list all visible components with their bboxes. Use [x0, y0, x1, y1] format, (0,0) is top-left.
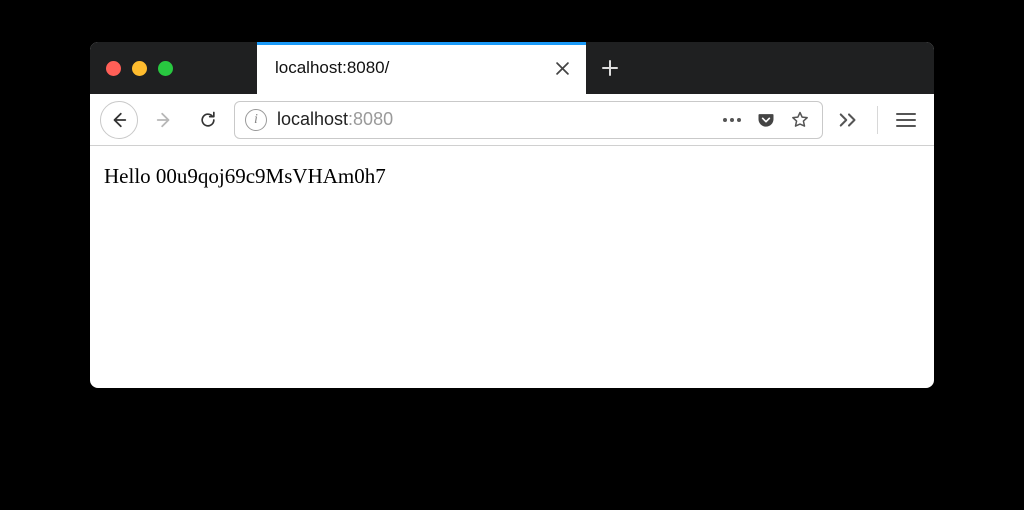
- close-window-button[interactable]: [106, 61, 121, 76]
- active-tab-accent: [257, 42, 586, 45]
- tab-active[interactable]: localhost:8080/: [257, 42, 586, 94]
- overflow-chevrons-icon[interactable]: [831, 102, 867, 138]
- url-host: localhost: [277, 109, 348, 129]
- page-actions-icon[interactable]: [720, 108, 744, 132]
- close-tab-icon[interactable]: [552, 58, 572, 78]
- reload-button[interactable]: [190, 102, 226, 138]
- minimize-window-button[interactable]: [132, 61, 147, 76]
- forward-button[interactable]: [146, 102, 182, 138]
- back-button[interactable]: [100, 101, 138, 139]
- pocket-icon[interactable]: [754, 108, 778, 132]
- toolbar: i localhost:8080: [90, 94, 934, 146]
- new-tab-button[interactable]: [586, 42, 634, 94]
- browser-window: localhost:8080/ i localhost:8080: [90, 42, 934, 388]
- window-controls: [90, 42, 192, 94]
- url-text: localhost:8080: [277, 109, 393, 130]
- bookmark-star-icon[interactable]: [788, 108, 812, 132]
- site-info-icon[interactable]: i: [245, 109, 267, 131]
- page-body-text: Hello 00u9qoj69c9MsVHAm0h7: [104, 164, 386, 188]
- url-port: :8080: [348, 109, 393, 129]
- toolbar-separator: [877, 106, 878, 134]
- maximize-window-button[interactable]: [158, 61, 173, 76]
- page-viewport: Hello 00u9qoj69c9MsVHAm0h7: [90, 146, 934, 207]
- tab-strip: localhost:8080/: [90, 42, 934, 94]
- tab-title: localhost:8080/: [275, 58, 552, 78]
- address-bar[interactable]: i localhost:8080: [234, 101, 823, 139]
- hamburger-menu-button[interactable]: [888, 102, 924, 138]
